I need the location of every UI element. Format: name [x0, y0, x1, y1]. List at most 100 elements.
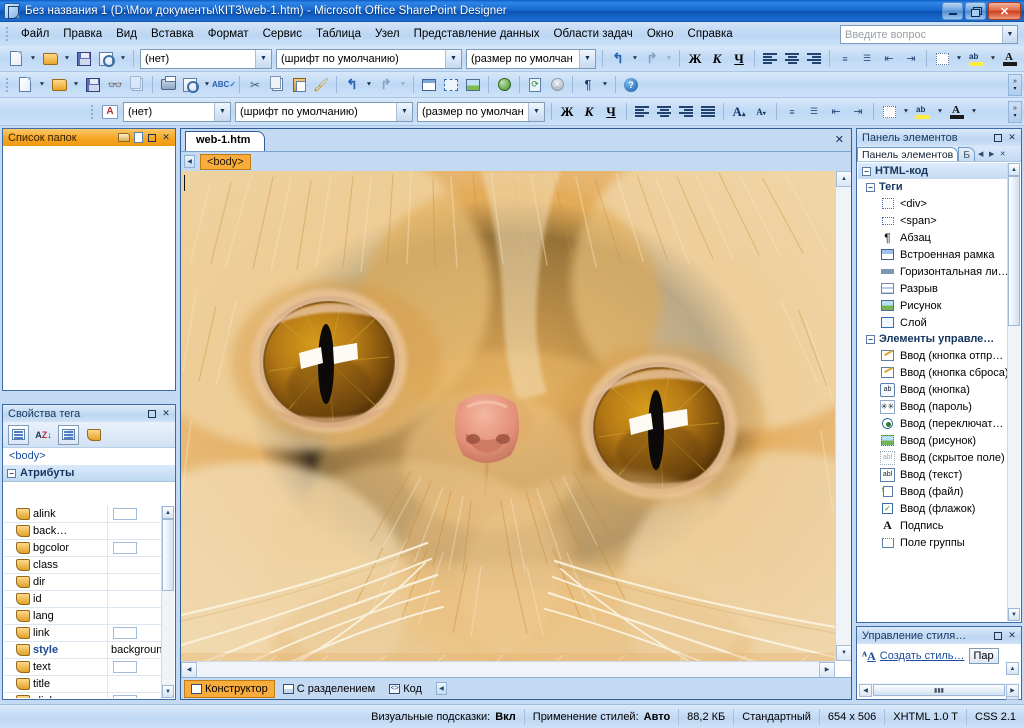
status-doctype[interactable]: XHTML 1.0 T	[884, 708, 966, 725]
size-combo-chevron-down-icon[interactable]: ▼	[579, 49, 595, 68]
open-icon[interactable]	[48, 74, 70, 95]
align-left-icon[interactable]	[759, 48, 781, 69]
redo-dropdown-icon[interactable]: ▼	[397, 74, 409, 95]
table-row[interactable]: vlink	[4, 692, 161, 698]
highlight-dropdown-icon-2[interactable]: ▼	[934, 101, 946, 122]
align-right-icon-2[interactable]	[675, 101, 697, 122]
toolbox-item-submit-button[interactable]: Ввод (кнопка отпр…	[858, 347, 1007, 364]
bold-icon[interactable]: Ж	[684, 48, 706, 69]
toolbox-item-radio[interactable]: Ввод (переключат…	[858, 415, 1007, 432]
menu-insert[interactable]: Вставка	[144, 25, 201, 43]
table-row[interactable]: lang	[4, 607, 161, 625]
options-button[interactable]: Пар	[968, 648, 999, 664]
borders-icon-2[interactable]	[878, 101, 900, 122]
canvas-horizontal-scrollbar[interactable]: ◀ ▶	[181, 661, 835, 677]
borders-dropdown-icon[interactable]: ▼	[953, 48, 965, 69]
folder-list-close-button[interactable]: ✕	[159, 131, 173, 145]
status-schema[interactable]: Стандартный	[733, 708, 819, 725]
status-style-application[interactable]: Применение стилей: Авто	[523, 708, 678, 725]
menu-task-panes[interactable]: Области задач	[547, 25, 640, 43]
table-row[interactable]: text	[4, 658, 161, 676]
preview-dropdown-icon[interactable]: ▼	[117, 48, 129, 69]
toolbox-item-text-input[interactable]: abl Ввод (текст)	[858, 466, 1007, 483]
attribute-value[interactable]	[107, 658, 161, 676]
refresh-icon[interactable]: ⟳	[524, 74, 546, 95]
toolbox-scrollbar[interactable]: ▲ ▼	[1007, 163, 1020, 621]
scroll-up-icon[interactable]: ▲	[1006, 662, 1019, 675]
scrollbar-thumb[interactable]	[162, 519, 174, 591]
toolbar-grip-3[interactable]	[88, 102, 97, 121]
insert-picture-icon[interactable]	[462, 74, 484, 95]
publish-site-icon[interactable]	[126, 74, 148, 95]
status-visual-aids[interactable]: Визуальные подсказки: Вкл	[363, 709, 524, 725]
minimize-button[interactable]	[942, 2, 963, 20]
toolbox-tab-close-icon[interactable]: ✕	[997, 147, 1008, 160]
toolbox-group-html[interactable]: − HTML-код	[858, 163, 1007, 179]
stop-icon[interactable]: ✕	[546, 74, 568, 95]
toolbar-grip-2[interactable]	[3, 75, 12, 94]
ask-a-question-box[interactable]: Введите вопрос ▼	[840, 25, 1018, 44]
align-left-icon-2[interactable]	[631, 101, 653, 122]
find-icon[interactable]: 👓	[104, 74, 126, 95]
style-manager-horizontal-scrollbar[interactable]: ◀ ▮▮▮ ▶	[859, 683, 1019, 697]
menu-help[interactable]: Справка	[681, 25, 740, 43]
toolbox-subgroup-tags[interactable]: − Теги	[858, 179, 1007, 195]
font-color-dropdown-icon-2[interactable]: ▼	[968, 101, 980, 122]
table-row[interactable]: back…	[4, 522, 161, 540]
scroll-down-icon[interactable]: ▼	[836, 645, 851, 661]
scroll-up-icon[interactable]: ▲	[836, 171, 851, 187]
tab-toolbox-secondary[interactable]: Б	[958, 146, 976, 161]
align-right-icon[interactable]	[803, 48, 825, 69]
toolbox-item-password[interactable]: ✳✳ Ввод (пароль)	[858, 398, 1007, 415]
restore-button[interactable]	[965, 2, 986, 20]
tab-toolbox[interactable]: Панель элементов	[857, 146, 959, 161]
decrease-indent-icon-2[interactable]: ⇤	[825, 101, 847, 122]
table-row[interactable]: link	[4, 624, 161, 642]
open-dropdown-icon[interactable]: ▼	[70, 74, 82, 95]
scroll-right-icon[interactable]: ▶	[819, 661, 835, 677]
size-combo-2[interactable]: (размер по умолчан ▼	[417, 101, 545, 122]
toolbox-item-group-box[interactable]: Поле группы	[858, 534, 1007, 551]
new-page-icon[interactable]	[5, 48, 27, 69]
attribute-value[interactable]	[107, 573, 161, 591]
underline-icon[interactable]: Ч	[728, 48, 750, 69]
table-row[interactable]: dir	[4, 573, 161, 591]
font-combo-chevron-down-icon[interactable]: ▼	[445, 49, 461, 68]
status-dimensions[interactable]: 654 x 506	[818, 708, 884, 725]
save-icon[interactable]	[73, 48, 95, 69]
toolbox-item-label[interactable]: A Подпись	[858, 517, 1007, 534]
open-icon[interactable]	[39, 48, 61, 69]
numbered-list-icon-2[interactable]: ≡	[781, 101, 803, 122]
menu-grip[interactable]	[3, 25, 12, 43]
scroll-left-icon[interactable]: ◀	[859, 683, 872, 697]
font-combo-2-chevron-down-icon[interactable]: ▼	[396, 102, 412, 121]
align-justify-icon[interactable]	[697, 101, 719, 122]
preview-in-browser-icon[interactable]	[179, 74, 201, 95]
menu-format[interactable]: Формат	[201, 25, 256, 43]
toolbox-item-horizontal-rule[interactable]: Горизонтальная ли…	[858, 263, 1007, 280]
decrease-indent-icon[interactable]: ⇤	[878, 48, 900, 69]
increase-font-size-icon[interactable]: A▴	[728, 101, 750, 122]
quick-tag-scroll-left-icon[interactable]: ◀	[184, 155, 195, 168]
folder-list-body[interactable]	[3, 146, 175, 390]
highlight-dropdown-icon[interactable]: ▼	[987, 48, 999, 69]
tab-code-view[interactable]: <> Код	[383, 681, 428, 697]
toolbox-item-file-input[interactable]: ↑ Ввод (файл)	[858, 483, 1007, 500]
collapse-icon[interactable]: −	[866, 182, 875, 192]
collapse-icon[interactable]: −	[7, 468, 16, 478]
spelling-icon[interactable]: ABC✓	[212, 74, 236, 95]
style-combo-2[interactable]: (нет) ▼	[123, 101, 231, 122]
tag-properties-scrollbar[interactable]: ▲ ▼	[161, 506, 174, 698]
collapse-icon[interactable]: −	[866, 334, 875, 344]
toolbar-overflow-button-3[interactable]: » ▾	[1008, 100, 1022, 123]
categorized-view-icon[interactable]	[8, 424, 29, 445]
decrease-font-size-icon[interactable]: A▾	[750, 101, 772, 122]
new-folder-icon[interactable]	[117, 131, 131, 145]
tag-properties-close-button[interactable]: ✕	[159, 407, 173, 421]
save-icon[interactable]	[82, 74, 104, 95]
menu-tools[interactable]: Сервис	[256, 25, 309, 43]
new-dropdown-icon[interactable]: ▼	[27, 48, 39, 69]
scroll-right-icon[interactable]: ▶	[1006, 683, 1019, 697]
tag-properties-section-header[interactable]: − Атрибуты	[3, 465, 175, 482]
chevron-down-icon[interactable]: ▼	[1002, 26, 1017, 43]
